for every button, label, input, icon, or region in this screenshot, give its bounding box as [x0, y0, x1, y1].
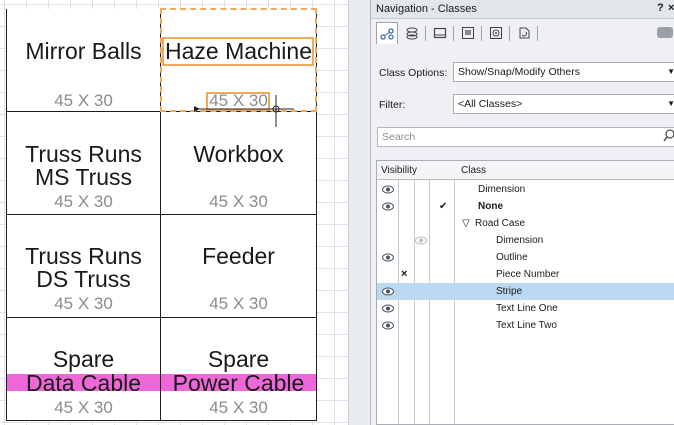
- viewports-icon[interactable]: [457, 22, 479, 44]
- class-options-dropdown[interactable]: Show/Snap/Modify Others ▼: [453, 62, 674, 82]
- navigation-palette: Navigation - Classes ? × Class Options:: [370, 0, 674, 425]
- table-line: [6, 317, 317, 318]
- referenced-files-icon[interactable]: [513, 22, 535, 44]
- case-label-line-1: Workbox: [193, 141, 284, 167]
- help-icon[interactable]: ?: [657, 2, 664, 14]
- saved-views-icon[interactable]: [485, 22, 507, 44]
- case-label-line-2: DS Truss: [36, 266, 131, 292]
- table-row[interactable]: Dimension: [377, 232, 674, 249]
- palette-titlebar[interactable]: Navigation - Classes ? ×: [371, 0, 674, 19]
- case-label-line-1: Mirror Balls: [25, 38, 142, 64]
- case-dimensions: 45 X 30: [209, 398, 268, 417]
- chevron-down-icon: ▼: [667, 67, 674, 76]
- table-row[interactable]: Dimension: [377, 181, 674, 198]
- case-dimensions: 45 X 30: [209, 294, 268, 313]
- case-dimensions: 45 X 30: [54, 398, 113, 417]
- filter-value: <All Classes>: [458, 98, 523, 110]
- invisible-mark-icon[interactable]: ×: [401, 268, 407, 280]
- grey-eye-icon[interactable]: [415, 236, 427, 245]
- drawing-canvas[interactable]: Mirror Balls 45 X 30 Haze Machine 45 X 3…: [0, 0, 348, 425]
- case-dimensions: 45 X 30: [54, 91, 113, 110]
- palette-menu-icon[interactable]: [657, 27, 673, 38]
- class-name: Text Line One: [496, 303, 558, 314]
- case-cell[interactable]: Spare Power Cable 45 X 30: [161, 318, 316, 420]
- table-row[interactable]: Text Line Two: [377, 317, 674, 334]
- table-line: [6, 9, 7, 421]
- case-dimensions: 45 X 30: [54, 192, 113, 211]
- eye-icon[interactable]: [382, 185, 394, 194]
- eye-icon[interactable]: [382, 287, 394, 296]
- class-name: Dimension: [478, 184, 526, 195]
- table-line: [6, 420, 317, 421]
- tab-separator: [537, 26, 538, 41]
- table-line: [6, 214, 317, 215]
- case-label-line-1: Truss Runs: [25, 243, 142, 269]
- table-row[interactable]: ▽ Road Case: [377, 215, 674, 232]
- class-options-label: Class Options:: [379, 67, 448, 79]
- search-icon[interactable]: [663, 129, 674, 143]
- scroll-strip[interactable]: [348, 0, 371, 425]
- case-cell[interactable]: Mirror Balls 45 X 30: [7, 9, 160, 111]
- case-cell[interactable]: Truss Runs DS Truss 45 X 30: [7, 215, 160, 317]
- collapse-triangle-icon[interactable]: ▽: [462, 218, 470, 229]
- table-row[interactable]: ✔ None: [377, 198, 674, 215]
- case-label-line-1: Truss Runs: [25, 141, 142, 167]
- tab-separator: [481, 26, 482, 41]
- table-row-selected[interactable]: Stripe: [377, 283, 674, 300]
- palette-title: Navigation - Classes: [376, 3, 477, 15]
- classes-icon[interactable]: [376, 22, 398, 44]
- case-cell[interactable]: Truss Runs MS Truss 45 X 30: [7, 112, 160, 214]
- eye-icon[interactable]: [382, 202, 394, 211]
- class-name: Piece Number: [496, 269, 560, 280]
- class-name: Outline: [496, 252, 528, 263]
- class-column-header[interactable]: Class: [461, 165, 486, 176]
- class-name: Road Case: [475, 218, 526, 229]
- visibility-column-header[interactable]: Visibility: [381, 165, 419, 176]
- eye-icon[interactable]: [382, 321, 394, 330]
- table-row[interactable]: × Piece Number: [377, 266, 674, 283]
- class-options-value: Show/Snap/Modify Others: [458, 66, 580, 78]
- tab-separator: [509, 26, 510, 41]
- class-name: Text Line Two: [496, 320, 557, 331]
- active-class-checkmark-icon: ✔: [439, 201, 448, 212]
- case-label-line-1: Spare: [52, 346, 115, 372]
- case-label-line-1: Spare: [207, 346, 270, 372]
- search-input[interactable]: [377, 127, 674, 147]
- case-label-line-1: Feeder: [202, 243, 275, 269]
- table-row[interactable]: Text Line One: [377, 300, 674, 317]
- case-label-line-2: MS Truss: [34, 164, 133, 190]
- sheet-layers-icon[interactable]: [429, 22, 451, 44]
- case-label-line-2: Data Cable: [25, 370, 142, 396]
- case-dimensions: 45 X 30: [54, 294, 113, 313]
- filter-label: Filter:: [379, 99, 406, 111]
- design-layers-icon[interactable]: [401, 22, 423, 44]
- case-label-line-2: Power Cable: [172, 370, 305, 396]
- classes-table[interactable]: Visibility Class Dimension ✔ None ▽ Road…: [376, 160, 674, 425]
- class-name: Dimension: [496, 235, 544, 246]
- tab-separator: [453, 26, 454, 41]
- table-row[interactable]: Outline: [377, 249, 674, 266]
- tab-separator: [425, 26, 426, 41]
- case-dimensions: 45 X 30: [209, 192, 268, 211]
- case-cell[interactable]: Spare Data Cable 45 X 30: [7, 318, 160, 420]
- chevron-down-icon: ▼: [667, 99, 674, 108]
- eye-icon[interactable]: [382, 304, 394, 313]
- class-name: None: [478, 201, 503, 212]
- close-icon[interactable]: ×: [668, 2, 674, 14]
- text-highlight-box: [162, 37, 314, 66]
- crosshair-cursor-icon: [194, 95, 294, 127]
- eye-icon[interactable]: [382, 253, 394, 262]
- class-name: Stripe: [496, 286, 523, 297]
- palette-tabs: [371, 22, 674, 48]
- filter-dropdown[interactable]: <All Classes> ▼: [453, 94, 674, 114]
- case-cell[interactable]: Feeder 45 X 30: [161, 215, 316, 317]
- table-header: Visibility Class: [377, 161, 674, 180]
